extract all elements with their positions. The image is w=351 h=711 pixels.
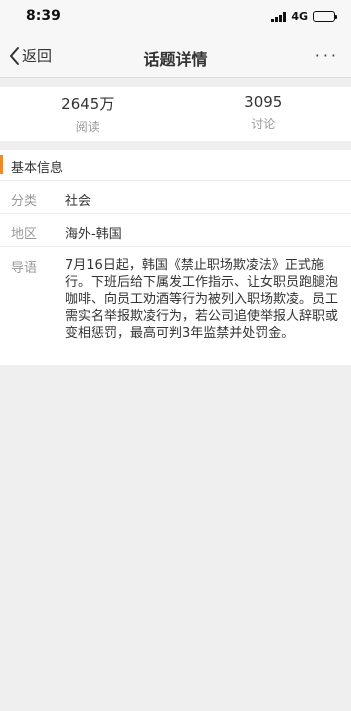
info-row-category: 分类 社会 (0, 181, 351, 214)
status-indicators: 4G (271, 10, 337, 23)
stat-discussions-label: 讨论 (251, 117, 276, 131)
section-header: 基本信息 (0, 150, 351, 181)
info-row-value: 7月16日起，韩国《禁止职场欺凌法》正式施行。下班后给下属发工作指示、让女职员跑… (65, 258, 339, 341)
more-button[interactable]: ··· (315, 46, 339, 65)
navigation-bar: 返回 话题详情 ··· (0, 34, 351, 78)
signal-icon (271, 11, 287, 22)
status-time: 8:39 (26, 8, 61, 24)
info-row-label: 地区 (11, 227, 38, 242)
info-row-value: 海外-韩国 (65, 227, 122, 242)
network-type: 4G (291, 10, 308, 23)
stat-discussions-value: 3095 (244, 93, 283, 111)
stat-reads-value: 2645万 (61, 95, 115, 113)
stat-reads-label: 阅读 (75, 120, 100, 134)
section-title: 基本信息 (11, 161, 64, 176)
status-bar: 8:39 4G (0, 0, 351, 34)
info-row-label: 分类 (11, 194, 38, 209)
stat-reads: 2645万 阅读 (0, 87, 176, 141)
info-row-intro: 导语 7月16日起，韩国《禁止职场欺凌法》正式施行。下班后给下属发工作指示、让女… (0, 247, 351, 350)
section-accent-bar (0, 155, 3, 174)
page-title: 话题详情 (143, 50, 208, 69)
info-row-label: 导语 (11, 261, 38, 276)
stat-discussions: 3095 讨论 (176, 87, 351, 141)
info-row-value: 社会 (65, 194, 92, 209)
info-row-region: 地区 海外-韩国 (0, 214, 351, 247)
basic-info-section: 基本信息 分类 社会 地区 海外-韩国 导语 7月16日起，韩国《禁止职场欺凌法… (0, 150, 351, 365)
battery-icon (313, 11, 337, 22)
topic-stats: 2645万 阅读 3095 讨论 (0, 87, 351, 141)
